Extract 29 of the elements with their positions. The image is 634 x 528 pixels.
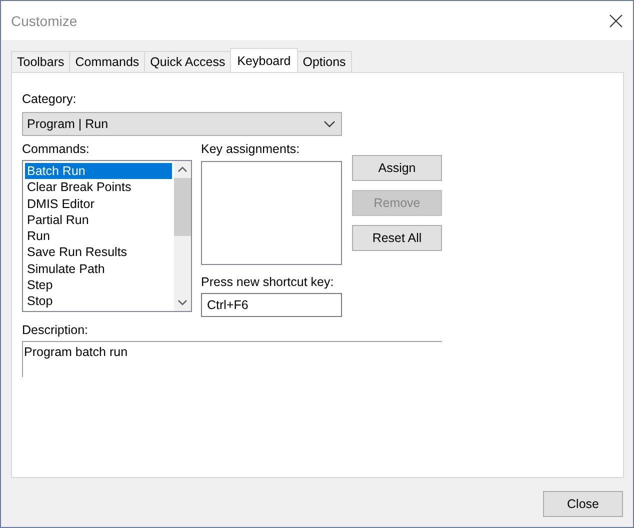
command-item[interactable]: DMIS Editor bbox=[25, 196, 172, 212]
category-label: Category: bbox=[22, 92, 78, 106]
command-item[interactable]: Simulate Path bbox=[25, 260, 172, 278]
close-icon[interactable] bbox=[609, 14, 623, 28]
shortcut-key-field[interactable]: Ctrl+F6 bbox=[201, 293, 342, 317]
action-button[interactable]: Assign bbox=[352, 155, 442, 181]
chevron-down-icon bbox=[324, 120, 335, 128]
command-item[interactable]: Batch Run bbox=[25, 163, 172, 180]
description-text: Program batch run bbox=[24, 345, 128, 359]
scrollbar[interactable] bbox=[174, 161, 191, 311]
category-value: Program | Run bbox=[27, 117, 108, 131]
shortcut-label: Press new shortcut key: bbox=[201, 275, 335, 289]
tab[interactable]: Toolbars bbox=[11, 51, 70, 72]
action-button[interactable]: Reset All bbox=[352, 225, 442, 251]
category-dropdown[interactable]: Program | Run bbox=[22, 112, 342, 136]
command-item[interactable]: Save Run Results bbox=[25, 244, 172, 261]
key-assignments-list[interactable] bbox=[201, 161, 342, 265]
window-title: Customize bbox=[11, 12, 78, 28]
command-item[interactable]: Partial Run bbox=[25, 212, 172, 228]
command-item[interactable]: Stop bbox=[25, 293, 172, 310]
commands-label: Commands: bbox=[22, 142, 90, 156]
command-item[interactable]: Clear Break Points bbox=[25, 179, 172, 196]
tab[interactable]: Options bbox=[296, 51, 352, 72]
command-item[interactable]: Step bbox=[25, 277, 172, 294]
close-button[interactable]: Close bbox=[543, 491, 623, 517]
key-assignments-label: Key assignments: bbox=[201, 142, 301, 156]
command-item[interactable]: Run bbox=[25, 228, 172, 244]
tab[interactable]: Keyboard bbox=[230, 48, 298, 72]
description-label: Description: bbox=[22, 323, 89, 337]
